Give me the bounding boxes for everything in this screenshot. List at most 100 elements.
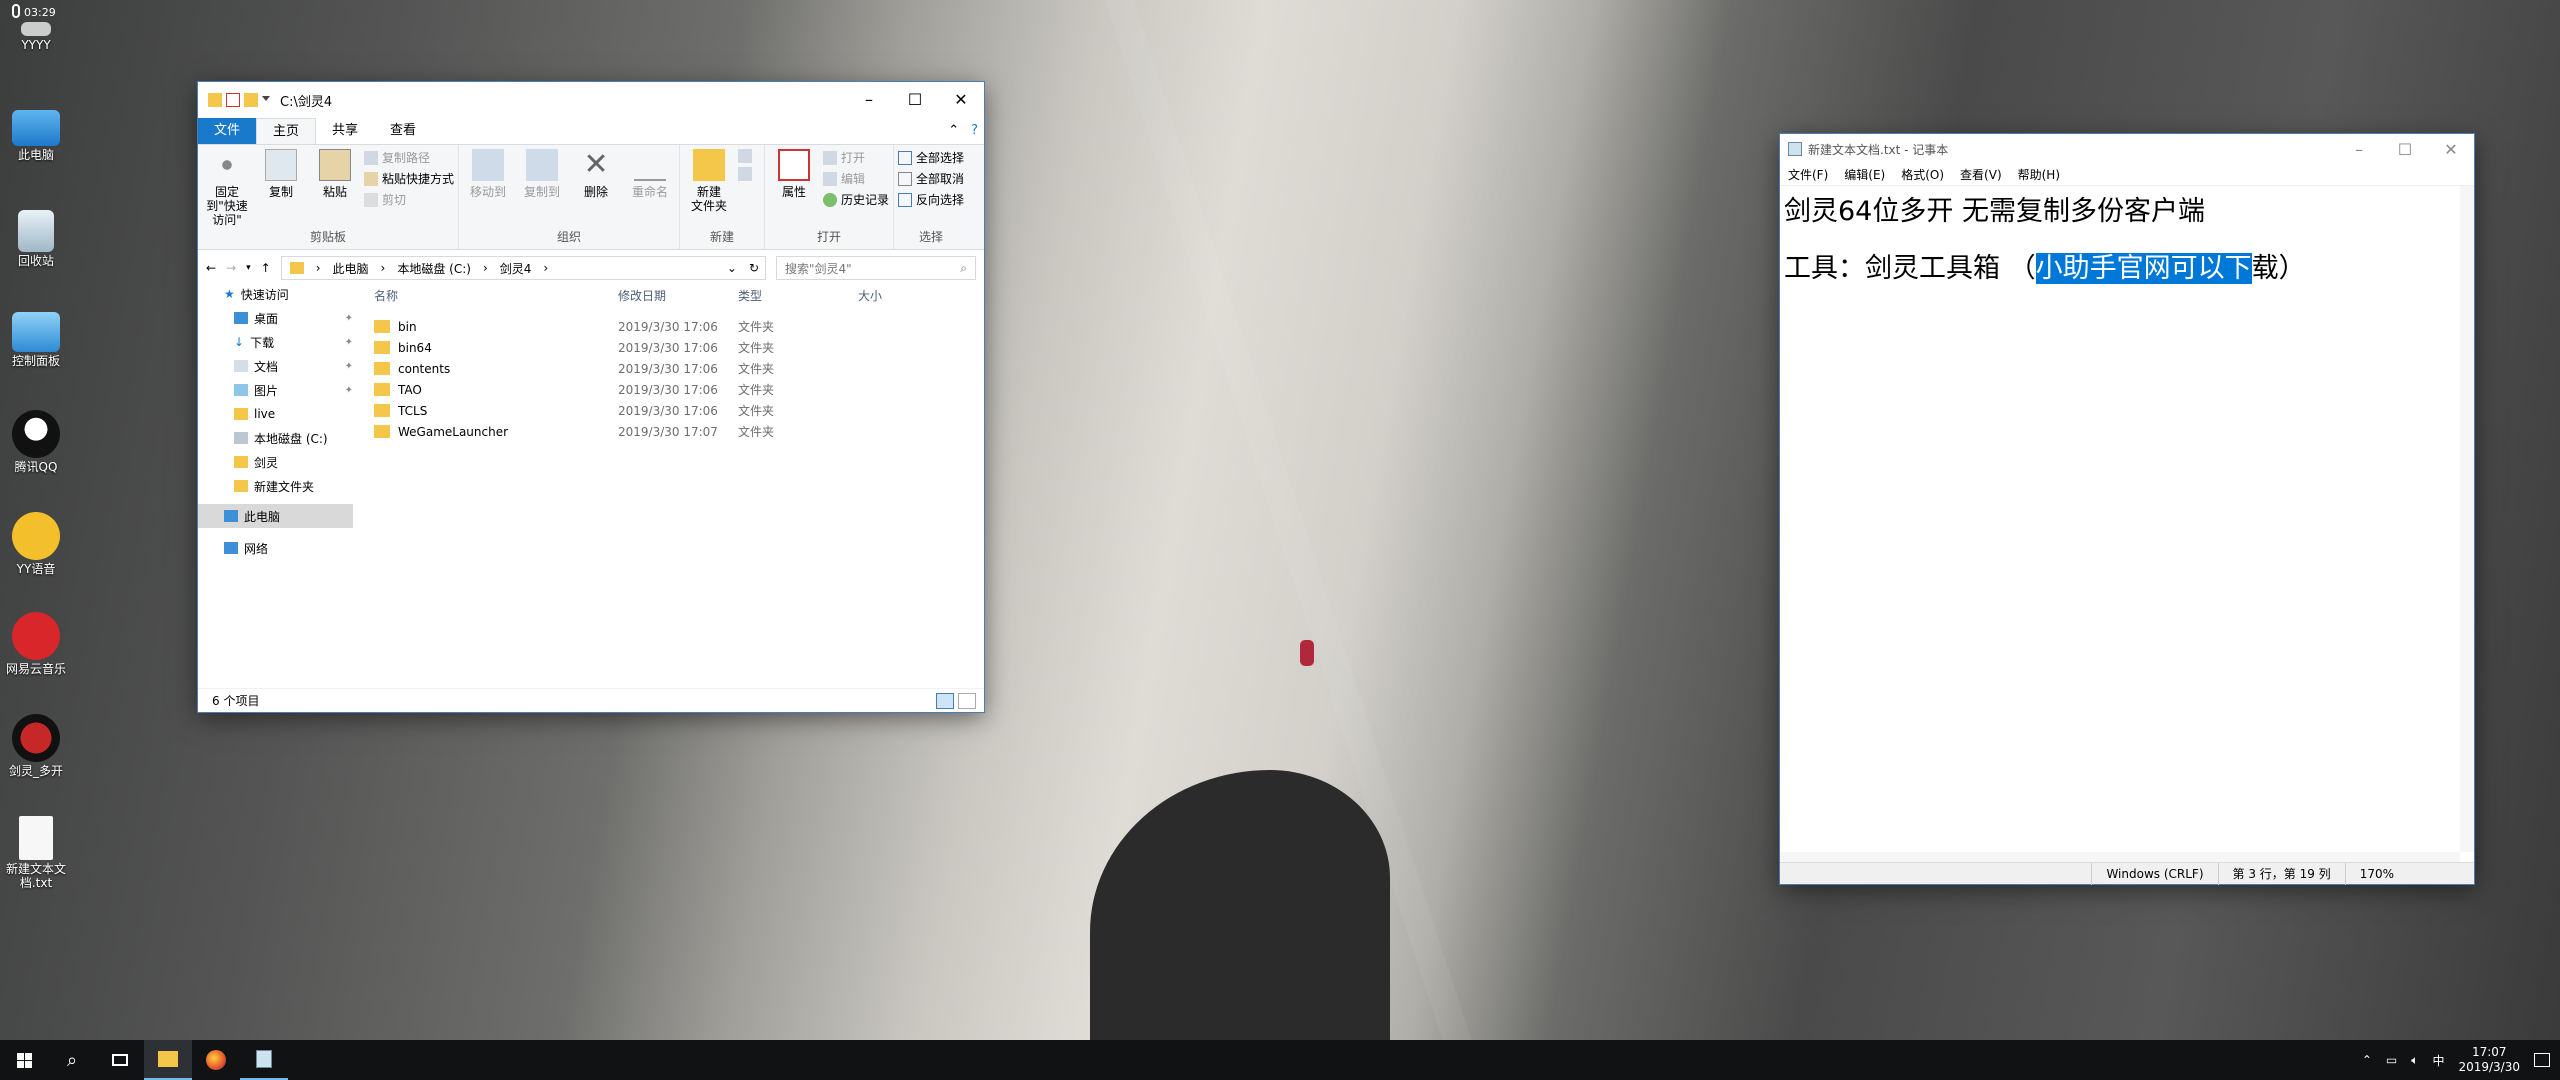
close-button[interactable]: ✕	[938, 82, 984, 116]
copy-to-button[interactable]: 复制到	[517, 149, 567, 229]
address-bar[interactable]: › 此电脑 › 本地磁盘 (C:) › 剑灵4 › ⌄ ↻	[280, 256, 766, 280]
nav-item-jianling[interactable]: 剑灵	[198, 450, 353, 474]
column-type[interactable]: 类型	[738, 287, 858, 304]
notepad-text-area[interactable]: 剑灵64位多开 无需复制多份客户端 工具：剑灵工具箱 （小助手官网可以下载）	[1780, 186, 2460, 852]
nav-item-downloads[interactable]: ↓ 下载 ✦	[198, 330, 353, 354]
chevron-down-icon[interactable]: ⌄	[727, 261, 737, 275]
maximize-button[interactable]: ☐	[892, 82, 938, 116]
ribbon-collapse-icon[interactable]: ⌃	[942, 118, 965, 144]
history-button[interactable]: 历史记录	[823, 191, 889, 208]
taskbar-explorer[interactable]	[144, 1040, 192, 1080]
column-date[interactable]: 修改日期	[618, 287, 738, 304]
column-size[interactable]: 大小	[858, 287, 882, 304]
pin-icon: ✦	[344, 384, 353, 396]
paste-button[interactable]: 粘贴	[310, 149, 360, 229]
show-hidden-icons-icon[interactable]: ⌃	[2362, 1053, 2372, 1067]
maximize-button[interactable]: ☐	[2382, 134, 2428, 164]
details-view-icon[interactable]	[936, 692, 954, 709]
taskbar-firefox[interactable]	[192, 1040, 240, 1080]
network-icon[interactable]: ▭	[2386, 1053, 2397, 1067]
breadcrumb-folder[interactable]: 剑灵4	[500, 260, 532, 277]
chevron-down-icon[interactable]	[262, 96, 270, 104]
file-row[interactable]: TAO 2019/3/30 17:06 文件夹	[358, 379, 984, 400]
nav-item-pictures[interactable]: 图片 ✦	[198, 378, 353, 402]
refresh-icon[interactable]: ↻	[749, 261, 765, 275]
start-button[interactable]	[0, 1040, 48, 1080]
menu-view[interactable]: 查看(V)	[1960, 166, 2002, 183]
file-row[interactable]: bin 2019/3/30 17:06 文件夹	[358, 316, 984, 337]
breadcrumb-drive[interactable]: 本地磁盘 (C:)	[397, 260, 471, 277]
file-row[interactable]: TCLS 2019/3/30 17:06 文件夹	[358, 400, 984, 421]
clock[interactable]: 17:07 2019/3/30	[2458, 1045, 2520, 1075]
select-all-button[interactable]: 全部选择	[898, 149, 964, 166]
nav-item-quick-access[interactable]: ★ 快速访问	[198, 282, 353, 306]
close-button[interactable]: ✕	[2428, 134, 2474, 164]
desktop-icon-recycle-bin[interactable]: 回收站	[0, 210, 72, 268]
breadcrumb-this-pc[interactable]: 此电脑	[333, 260, 369, 277]
desktop-icon-text-file[interactable]: 新建文本文档.txt	[0, 816, 72, 890]
new-item-button[interactable]	[738, 149, 760, 163]
desktop-icon-qq[interactable]: 腾讯QQ	[0, 410, 72, 474]
menu-edit[interactable]: 编辑(E)	[1844, 166, 1885, 183]
paste-shortcut-button[interactable]: 粘贴快捷方式	[364, 170, 454, 187]
paste-shortcut-label: 粘贴快捷方式	[382, 172, 455, 186]
tab-view[interactable]: 查看	[374, 118, 432, 144]
move-to-button[interactable]: 移动到	[463, 149, 513, 229]
tab-file[interactable]: 文件	[198, 118, 257, 144]
forward-icon[interactable]: →	[226, 261, 236, 275]
recent-locations-icon[interactable]: ▾	[246, 263, 251, 273]
back-icon[interactable]: ←	[206, 261, 216, 275]
search-button[interactable]: ⌕	[48, 1040, 96, 1080]
menu-file[interactable]: 文件(F)	[1788, 166, 1828, 183]
large-icons-view-icon[interactable]	[958, 692, 976, 709]
vertical-scrollbar[interactable]	[2460, 186, 2474, 852]
nav-item-new-folder[interactable]: 新建文件夹	[198, 474, 353, 498]
nav-item-local-disk[interactable]: 本地磁盘 (C:)	[198, 426, 353, 450]
taskbar-notepad[interactable]	[240, 1040, 288, 1080]
pin-quick-access-button[interactable]: 固定到"快速访问"	[202, 149, 252, 229]
up-icon[interactable]: ↑	[261, 261, 271, 275]
easy-access-button[interactable]	[738, 167, 760, 181]
file-row[interactable]: contents 2019/3/30 17:06 文件夹	[358, 358, 984, 379]
tab-home[interactable]: 主页	[256, 118, 317, 144]
new-folder-button[interactable]: 新建 文件夹	[684, 149, 734, 229]
rename-button[interactable]: 重命名	[625, 149, 675, 229]
cut-button[interactable]: 剪切	[364, 191, 454, 208]
desktop-icon-netease-music[interactable]: 网易云音乐	[0, 612, 72, 676]
nav-item-live[interactable]: live	[198, 402, 353, 426]
open-button[interactable]: 打开	[823, 149, 889, 166]
copy-button[interactable]: 复制	[256, 149, 306, 229]
nav-item-documents[interactable]: 文档 ✦	[198, 354, 353, 378]
horizontal-scrollbar[interactable]	[1780, 852, 2460, 862]
task-view-button[interactable]	[96, 1040, 144, 1080]
desktop-icon-control-panel[interactable]: 控制面板	[0, 312, 72, 368]
nav-item-desktop[interactable]: 桌面 ✦	[198, 306, 353, 330]
select-none-button[interactable]: 全部取消	[898, 170, 964, 187]
properties-icon[interactable]	[226, 93, 240, 107]
desktop-icon-this-pc[interactable]: 此电脑	[0, 110, 72, 162]
minimize-button[interactable]: –	[2336, 134, 2382, 164]
ime-indicator[interactable]: 中	[2432, 1052, 2444, 1069]
nav-item-network[interactable]: 网络	[198, 536, 353, 560]
copy-path-button[interactable]: 复制路径	[364, 149, 454, 166]
delete-button[interactable]: ✕ 删除	[571, 149, 621, 229]
desktop-icon-blade-soul[interactable]: 剑灵_多开	[0, 714, 72, 778]
menu-format[interactable]: 格式(O)	[1901, 166, 1944, 183]
edit-button[interactable]: 编辑	[823, 170, 889, 187]
menu-help[interactable]: 帮助(H)	[2018, 166, 2060, 183]
desktop-icon-yy[interactable]: YY语音	[0, 512, 72, 576]
minimize-button[interactable]: –	[846, 82, 892, 116]
properties-button[interactable]: 属性	[769, 149, 819, 229]
help-icon[interactable]: ?	[965, 118, 984, 144]
volume-icon[interactable]: 🔈︎	[2411, 1053, 2418, 1068]
new-folder-icon[interactable]	[244, 93, 258, 107]
file-row[interactable]: bin64 2019/3/30 17:06 文件夹	[358, 337, 984, 358]
invert-selection-button[interactable]: 反向选择	[898, 191, 964, 208]
file-row[interactable]: WeGameLauncher 2019/3/30 17:07 文件夹	[358, 421, 984, 442]
search-box[interactable]: 搜索"剑灵4" ⌕	[776, 256, 976, 280]
notification-icon[interactable]	[2534, 1053, 2550, 1067]
column-name[interactable]: 名称	[358, 287, 618, 304]
nav-item-this-pc[interactable]: 此电脑	[198, 504, 353, 528]
desktop-icon-yyyy[interactable]: YYYY	[0, 22, 72, 52]
tab-share[interactable]: 共享	[316, 118, 374, 144]
